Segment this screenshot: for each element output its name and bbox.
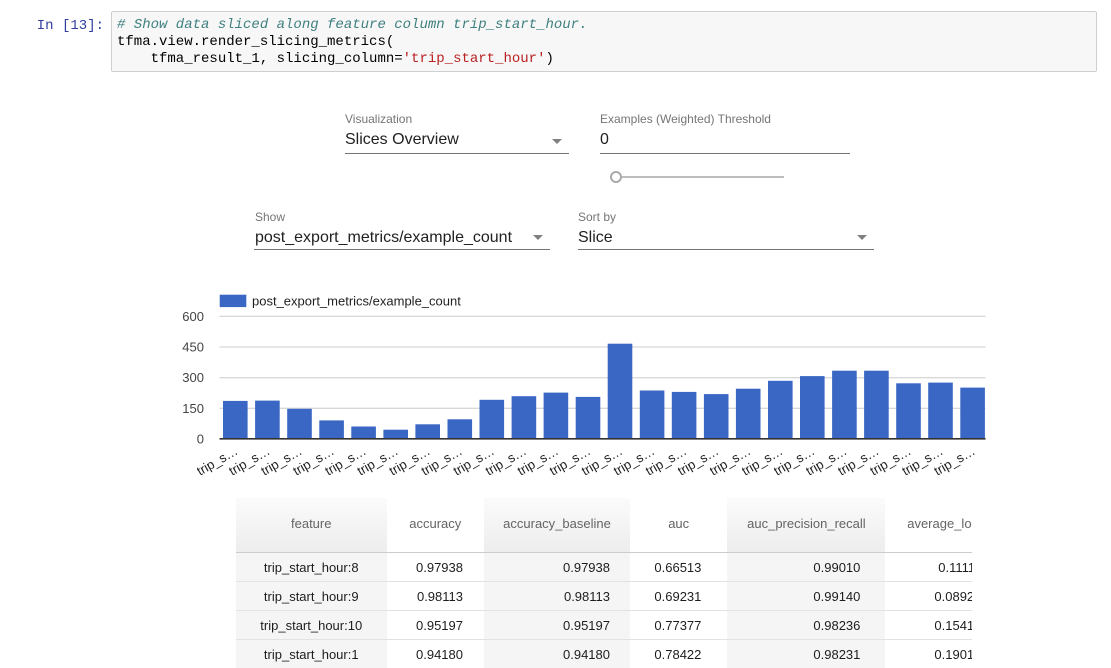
svg-text:450: 450 bbox=[182, 340, 204, 355]
svg-text:0: 0 bbox=[197, 431, 204, 446]
svg-text:post_export_metrics/example_co: post_export_metrics/example_count bbox=[252, 294, 461, 309]
svg-text:600: 600 bbox=[182, 309, 204, 324]
svg-text:300: 300 bbox=[182, 370, 204, 385]
svg-text:150: 150 bbox=[182, 401, 204, 416]
